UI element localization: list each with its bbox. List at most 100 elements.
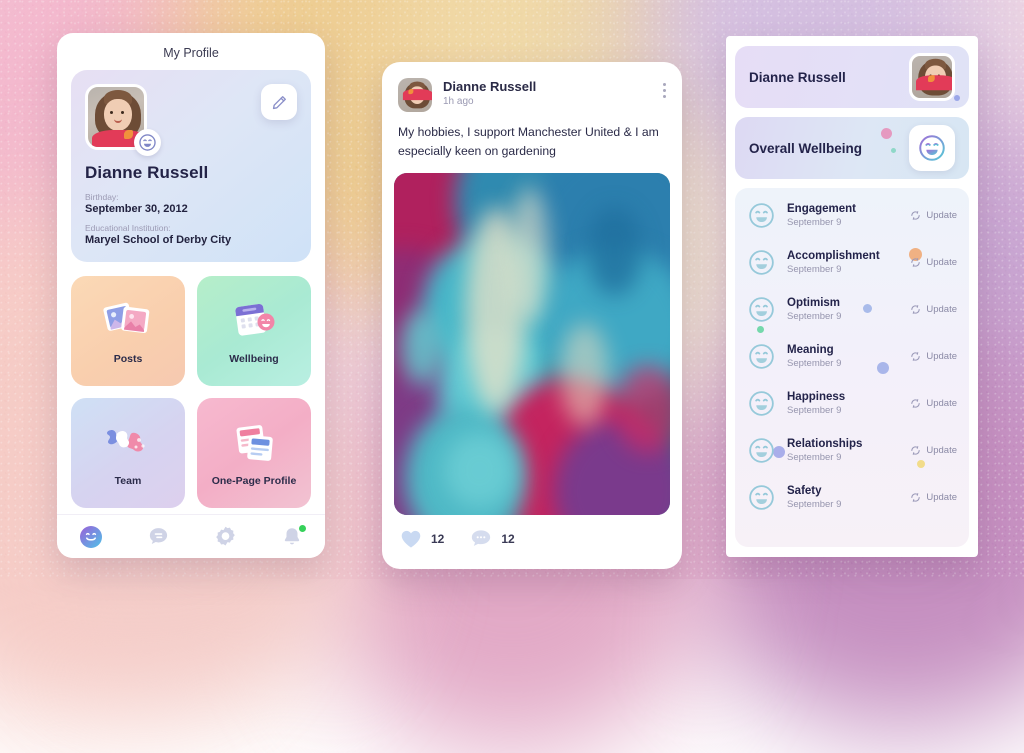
update-label: Update <box>926 304 957 315</box>
wellbeing-date: September 9 <box>787 217 842 228</box>
smiley-face-icon <box>80 525 102 548</box>
smiley-icon <box>747 389 776 418</box>
refresh-icon <box>911 305 921 314</box>
avatar[interactable] <box>85 84 161 156</box>
update-label: Update <box>926 351 957 362</box>
post-detail-screen: Dianne Russell 1h ago My hobbies, I supp… <box>382 62 682 569</box>
decorative-dot <box>954 95 960 101</box>
decorative-dot <box>881 128 892 139</box>
wellbeing-row-optimism[interactable]: Optimism September 9 Update <box>735 286 969 333</box>
wellbeing-row-safety[interactable]: Safety September 9 Update <box>735 474 969 521</box>
smiley-icon <box>747 436 776 465</box>
tile-label: Team <box>114 474 142 487</box>
nav-profile[interactable] <box>79 525 103 549</box>
refresh-icon <box>911 446 921 455</box>
tile-label: Posts <box>113 352 143 365</box>
wellbeing-rows: Engagement September 9 Update Accomplish… <box>735 192 969 521</box>
overall-wellbeing-label: Overall Wellbeing <box>749 140 863 156</box>
documents-icon <box>229 420 279 466</box>
update-label: Update <box>926 398 957 409</box>
bottom-navigation <box>57 514 325 558</box>
heart-icon <box>401 530 421 548</box>
wellbeing-screen: Dianne Russell Overall Wellbeing Engagem… <box>726 36 978 557</box>
smiley-icon <box>747 201 776 230</box>
gear-icon <box>216 526 235 546</box>
post-actions: 12 12 <box>382 515 682 562</box>
tile-label: Wellbeing <box>229 352 279 365</box>
page-title: My Profile <box>163 46 219 60</box>
wellbeing-title: Optimism <box>787 297 841 309</box>
update-button[interactable]: Update <box>910 257 957 268</box>
wellbeing-title: Happiness <box>787 391 846 403</box>
calendar-smiley-icon <box>229 298 279 344</box>
nav-notifications[interactable] <box>281 524 306 548</box>
tile-label: One-Page Profile <box>211 474 297 487</box>
notification-badge <box>299 524 306 532</box>
comment-icon <box>472 530 491 546</box>
wellbeing-date: September 9 <box>787 452 842 463</box>
birthday-value: September 30, 2012 <box>85 203 188 215</box>
tile-wellbeing[interactable]: Wellbeing <box>197 276 311 386</box>
comment-button[interactable]: 12 <box>470 528 515 549</box>
avatar[interactable] <box>909 53 955 101</box>
update-button[interactable]: Update <box>910 210 957 221</box>
wellbeing-row-meaning[interactable]: Meaning September 9 Update <box>735 333 969 380</box>
smiley-icon <box>747 248 776 277</box>
user-name-card[interactable]: Dianne Russell <box>735 46 969 108</box>
update-button[interactable]: Update <box>910 304 957 315</box>
pencil-icon <box>272 95 286 109</box>
post-image[interactable] <box>394 173 670 515</box>
birthday-label: Birthday: <box>85 192 119 202</box>
wellbeing-date: September 9 <box>787 405 842 416</box>
tile-posts[interactable]: Posts <box>71 276 185 386</box>
post-author: Dianne Russell <box>443 79 537 94</box>
decorative-dot <box>891 148 896 153</box>
edit-profile-button[interactable] <box>261 84 297 120</box>
wellbeing-date: September 9 <box>787 358 842 369</box>
tile-one-page-profile[interactable]: One-Page Profile <box>197 398 311 508</box>
wellbeing-title: Engagement <box>787 203 857 215</box>
wellbeing-row-accomplishment[interactable]: Accomplishment September 9 Update <box>735 239 969 286</box>
puzzle-icon <box>102 420 154 466</box>
update-button[interactable]: Update <box>910 492 957 503</box>
wellbeing-date: September 9 <box>787 311 842 322</box>
smiley-icon[interactable] <box>909 125 955 171</box>
wellbeing-title: Accomplishment <box>787 250 880 262</box>
refresh-icon <box>911 258 921 267</box>
refresh-icon <box>911 493 921 502</box>
update-label: Update <box>926 210 957 221</box>
chat-bubble-icon <box>149 528 168 544</box>
like-button[interactable]: 12 <box>400 529 444 549</box>
update-label: Update <box>926 445 957 456</box>
profile-screen: My Profile Dianne Russell Birthday: Sept… <box>57 33 325 558</box>
smiley-icon <box>747 295 776 324</box>
wellbeing-row-happiness[interactable]: Happiness September 9 Update <box>735 380 969 427</box>
nav-messages[interactable] <box>147 525 170 548</box>
nav-settings[interactable] <box>214 525 237 548</box>
like-count: 12 <box>431 531 445 546</box>
school-value: Maryel School of Derby City <box>85 234 232 246</box>
update-button[interactable]: Update <box>910 445 957 456</box>
wellbeing-row-engagement[interactable]: Engagement September 9 Update <box>735 192 969 239</box>
overall-wellbeing-card[interactable]: Overall Wellbeing <box>735 117 969 179</box>
user-name: Dianne Russell <box>749 69 846 85</box>
school-label: Educational Institution: <box>85 223 171 233</box>
update-label: Update <box>926 492 957 503</box>
smiley-icon <box>747 483 776 512</box>
profile-name: Dianne Russell <box>85 163 209 182</box>
smiley-icon[interactable] <box>134 129 161 156</box>
wellbeing-title: Meaning <box>787 344 834 356</box>
wellbeing-date: September 9 <box>787 499 842 510</box>
wellbeing-title: Relationships <box>787 438 863 450</box>
wellbeing-row-relationships[interactable]: Relationships September 9 Update <box>735 427 969 474</box>
update-button[interactable]: Update <box>910 398 957 409</box>
refresh-icon <box>911 352 921 361</box>
tile-team[interactable]: Team <box>71 398 185 508</box>
profile-card: Dianne Russell Birthday: September 30, 2… <box>71 70 311 262</box>
post-timestamp: 1h ago <box>443 96 474 107</box>
avatar[interactable] <box>398 78 432 112</box>
kebab-menu-icon[interactable] <box>663 78 666 101</box>
update-button[interactable]: Update <box>910 351 957 362</box>
feature-tiles: Posts Wellbeing Team One-Page Profile <box>71 276 311 508</box>
wellbeing-list: Engagement September 9 Update Accomplish… <box>735 188 969 547</box>
